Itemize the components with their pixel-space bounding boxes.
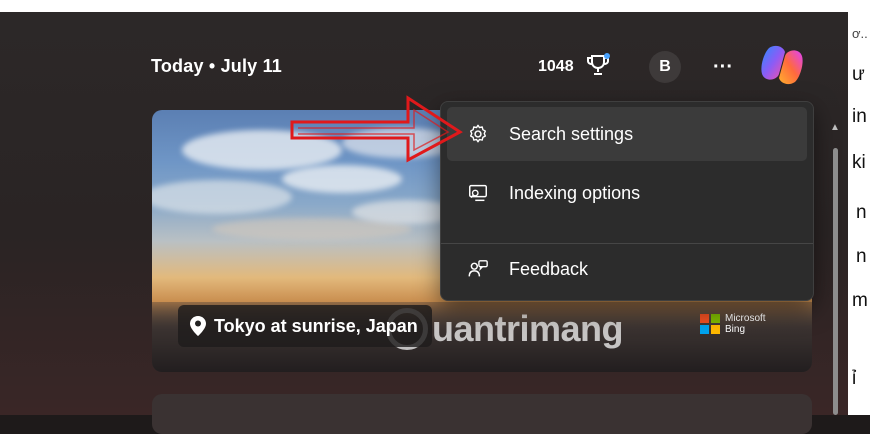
- avatar[interactable]: B: [649, 51, 681, 83]
- menu-item-label: Feedback: [509, 258, 589, 279]
- menu-item-search-settings[interactable]: Search settings: [447, 107, 807, 161]
- doc-text: ki: [852, 152, 866, 173]
- microsoft-logo-icon: [700, 314, 720, 334]
- date-header: Today • July 11: [151, 56, 283, 76]
- background-document: ơ.. ư in ki n n m ỉ: [848, 12, 870, 415]
- doc-text: n: [856, 246, 867, 267]
- menu-item-label: Indexing options: [509, 182, 641, 203]
- feedback-icon: [468, 260, 488, 277]
- menu-item-indexing-options[interactable]: Indexing options: [447, 166, 807, 220]
- location-text: Tokyo at sunrise, Japan: [214, 315, 418, 336]
- image-location-label[interactable]: Tokyo at sunrise, Japan: [178, 305, 432, 347]
- location-pin-icon: [190, 316, 206, 336]
- gear-icon: [469, 124, 487, 143]
- doc-text: ơ..: [852, 26, 868, 41]
- microsoft-bing-logo: Microsoft Bing: [700, 313, 766, 335]
- more-options-button[interactable]: ···: [706, 50, 740, 84]
- brand-line1: Microsoft: [725, 313, 766, 324]
- annotation-arrow-icon: [290, 95, 463, 163]
- rewards-points[interactable]: 1048: [538, 58, 574, 76]
- top-band: [0, 0, 870, 12]
- brand-line2: Bing: [725, 324, 746, 335]
- doc-text: in: [852, 106, 867, 127]
- next-card[interactable]: [152, 394, 812, 434]
- options-menu: Search settings Indexing options Feedbac…: [440, 101, 814, 301]
- doc-text: n: [856, 202, 867, 223]
- doc-text: ư: [852, 64, 865, 85]
- scrollbar-thumb[interactable]: [833, 148, 838, 415]
- doc-text: ỉ: [852, 368, 857, 389]
- rewards-trophy-icon[interactable]: [585, 52, 611, 78]
- menu-item-feedback[interactable]: Feedback: [447, 242, 807, 296]
- search-monitor-icon: [469, 184, 487, 202]
- menu-item-label: Search settings: [509, 123, 634, 144]
- watermark-text: uantrimang: [432, 308, 624, 349]
- scroll-up-arrow-icon[interactable]: ▲: [830, 122, 840, 133]
- doc-text: m: [852, 290, 868, 311]
- copilot-icon[interactable]: [757, 40, 807, 90]
